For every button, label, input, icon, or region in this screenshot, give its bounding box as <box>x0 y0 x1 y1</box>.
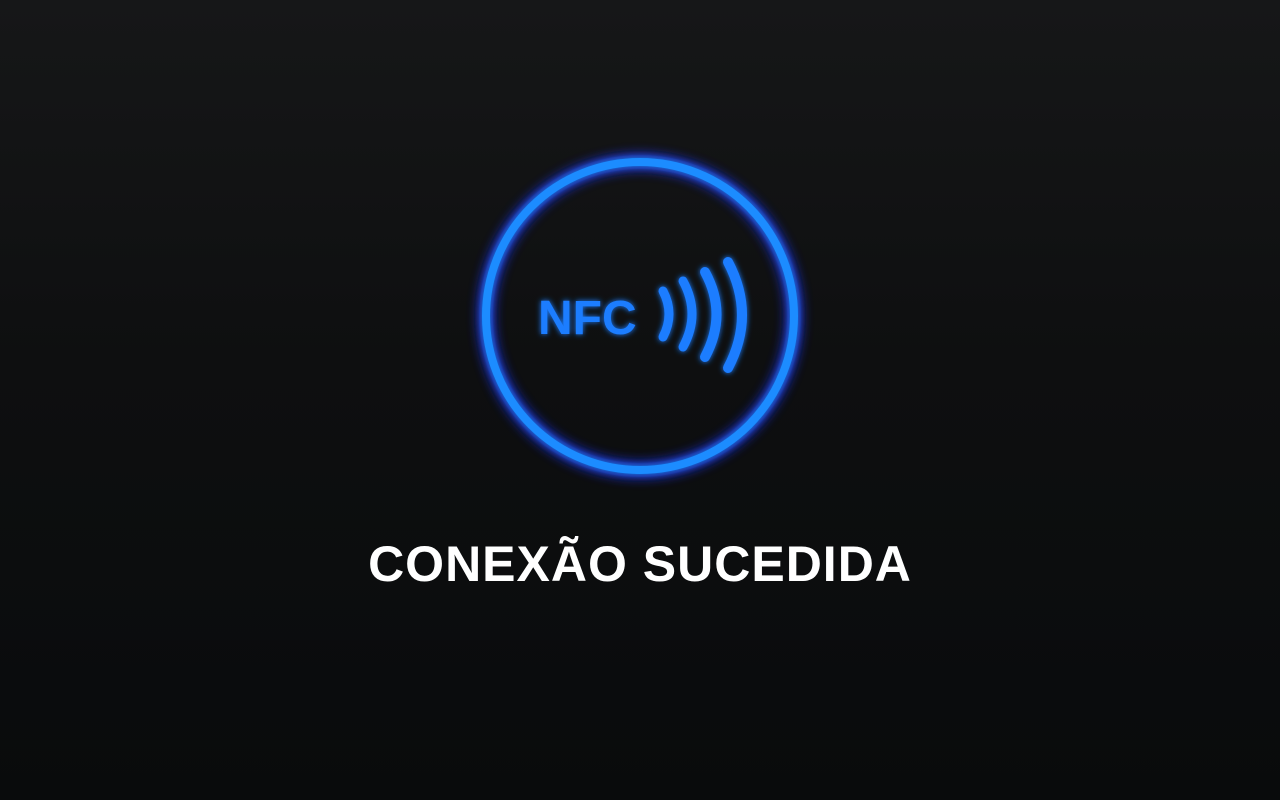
nfc-icon: NFC <box>470 146 810 486</box>
nfc-ring <box>482 158 798 474</box>
nfc-success-screen: NFC CONEXÃO SUCEDIDA <box>0 0 1280 800</box>
connection-status-message: CONEXÃO SUCEDIDA <box>368 536 912 592</box>
signal-wave-3 <box>700 267 722 362</box>
nfc-label: NFC <box>538 292 637 345</box>
signal-wave-2 <box>678 276 697 352</box>
signal-wave-4 <box>723 257 747 373</box>
signal-waves-icon <box>658 257 747 373</box>
signal-wave-1 <box>658 286 674 342</box>
